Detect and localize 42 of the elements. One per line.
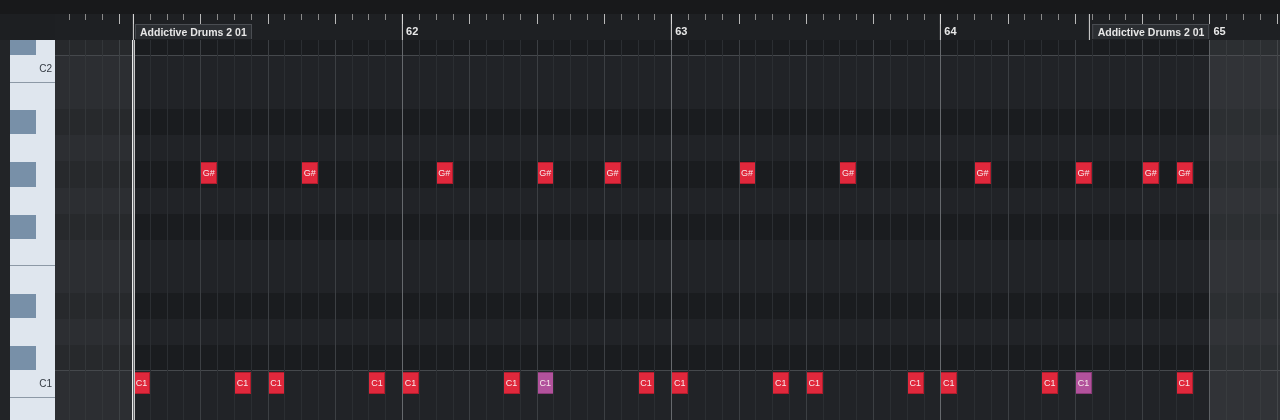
midi-note[interactable]: G# bbox=[301, 162, 319, 185]
midi-note[interactable]: C1 bbox=[536, 372, 554, 395]
midi-note[interactable]: C1 bbox=[940, 372, 958, 395]
midi-note[interactable]: G# bbox=[536, 162, 554, 185]
key-label: C2 bbox=[39, 63, 53, 75]
part-name-label: Addictive Drums 2 01 bbox=[135, 24, 252, 39]
midi-note[interactable]: C1 bbox=[267, 372, 285, 395]
sharp-key[interactable] bbox=[10, 214, 36, 239]
midi-note[interactable]: G# bbox=[1074, 162, 1092, 185]
midi-note[interactable]: C1 bbox=[233, 372, 251, 395]
midi-note[interactable]: C1 bbox=[671, 372, 689, 395]
midi-note[interactable]: G# bbox=[1175, 162, 1193, 185]
note-grid[interactable]: G# G# G# G# G# G# G# G# G# G# G# C1 C1 C1 C1 C1 C1 C1 C1 C1 C1 C1 C1 C1 C1 C1 C1 bbox=[55, 40, 1280, 420]
midi-note[interactable]: G# bbox=[603, 162, 621, 185]
midi-note[interactable]: C1 bbox=[906, 372, 924, 395]
midi-note[interactable]: C1 bbox=[368, 372, 386, 395]
midi-note[interactable]: C1 bbox=[133, 372, 150, 395]
midi-note[interactable]: G# bbox=[839, 162, 857, 185]
key-label: C1 bbox=[39, 378, 53, 390]
sharp-key[interactable] bbox=[10, 109, 36, 134]
midi-note[interactable]: G# bbox=[1142, 162, 1160, 185]
midi-note[interactable]: C1 bbox=[1175, 372, 1193, 395]
midi-note[interactable]: C1 bbox=[503, 372, 521, 395]
midi-note[interactable]: G# bbox=[435, 162, 453, 185]
bar-number: 62 bbox=[404, 25, 421, 37]
bar-number: 64 bbox=[942, 25, 959, 37]
bar-number: 65 bbox=[1211, 25, 1228, 37]
midi-note[interactable]: C1 bbox=[402, 372, 420, 395]
midi-note[interactable]: C1 bbox=[1074, 372, 1092, 395]
midi-note[interactable]: G# bbox=[738, 162, 756, 185]
midi-note[interactable]: C1 bbox=[1041, 372, 1059, 395]
midi-note[interactable]: C1 bbox=[805, 372, 823, 395]
part-name-label: Addictive Drums 2 01 bbox=[1092, 24, 1210, 39]
midi-note[interactable]: G# bbox=[974, 162, 991, 185]
sharp-key[interactable] bbox=[10, 346, 36, 371]
bar-number: 63 bbox=[673, 25, 690, 37]
midi-note[interactable]: C1 bbox=[637, 372, 655, 395]
piano-keyboard[interactable]: C2 C1 bbox=[10, 40, 55, 420]
midi-note[interactable]: G# bbox=[200, 162, 218, 185]
timeline-ruler[interactable]: Addictive Drums 2 01 62 63 64 Addictive Drums 2 01 65 bbox=[55, 14, 1280, 40]
midi-note[interactable]: C1 bbox=[772, 372, 790, 395]
sharp-key[interactable] bbox=[10, 293, 36, 318]
